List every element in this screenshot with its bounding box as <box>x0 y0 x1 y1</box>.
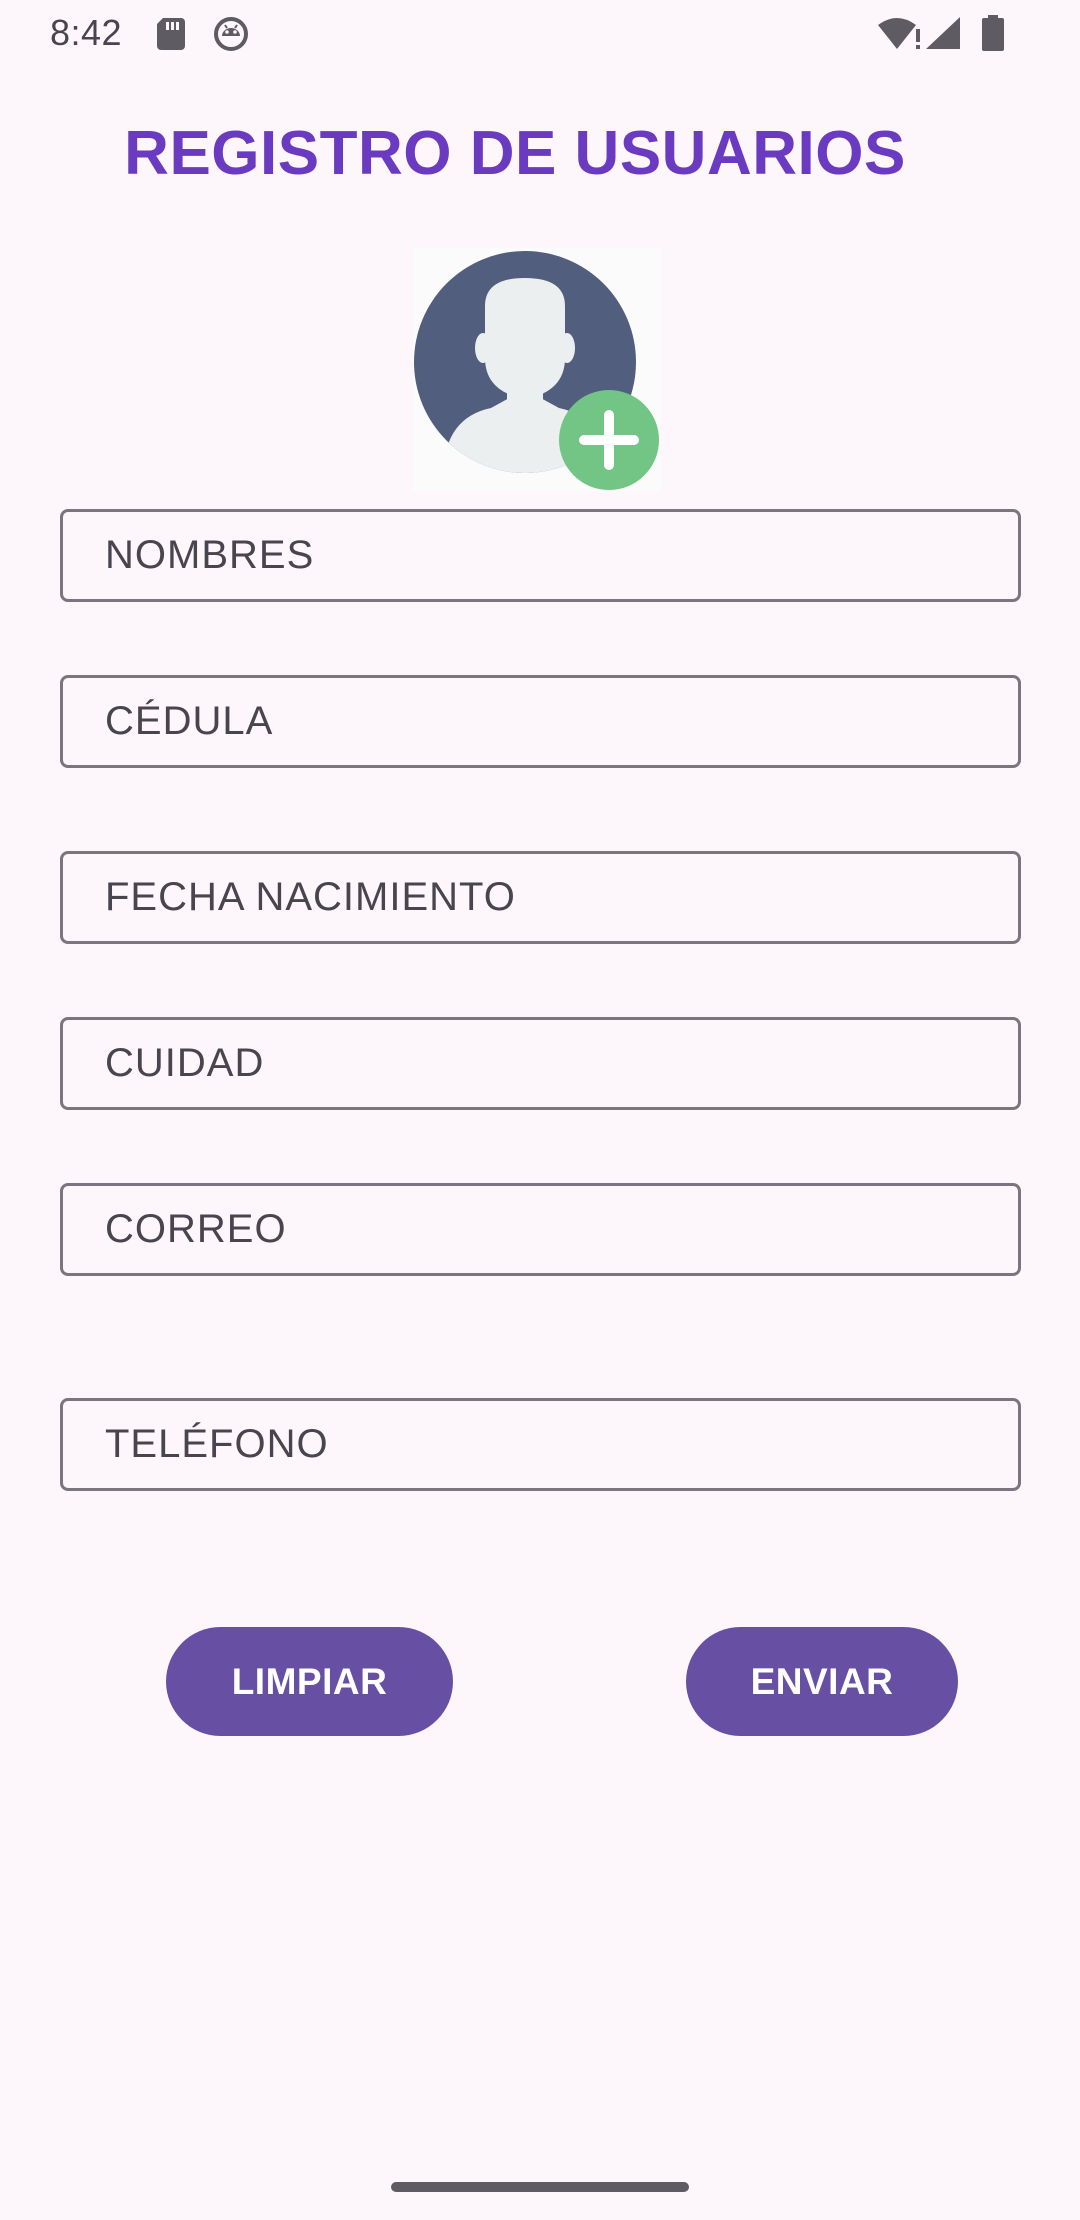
ciudad-field[interactable] <box>60 1017 1021 1110</box>
clear-button[interactable]: LIMPIAR <box>166 1627 453 1736</box>
page-title: REGISTRO DE USUARIOS <box>124 119 906 188</box>
telefono-field[interactable] <box>60 1398 1021 1491</box>
android-debug-icon <box>214 17 248 51</box>
screen: 8:42 REGISTRO DE USUARIOS NOMBRES CÉDULA… <box>0 0 1080 2220</box>
send-button[interactable]: ENVIAR <box>686 1627 958 1736</box>
sd-card-icon <box>157 18 185 50</box>
nombres-field[interactable] <box>60 509 1021 602</box>
cedula-field[interactable] <box>60 675 1021 768</box>
status-bar: 8:42 <box>0 0 1080 66</box>
ciudad-input[interactable] <box>63 1020 1018 1107</box>
telefono-input[interactable] <box>63 1401 1018 1488</box>
wifi-alert-icon <box>878 18 920 49</box>
correo-input[interactable] <box>63 1186 1018 1273</box>
add-plus-icon[interactable] <box>557 388 661 492</box>
battery-icon <box>982 15 1004 51</box>
gesture-nav-handle[interactable] <box>391 2182 689 2192</box>
nombres-input[interactable] <box>63 512 1018 599</box>
correo-field[interactable] <box>60 1183 1021 1276</box>
cell-signal-icon <box>926 17 960 49</box>
cedula-input[interactable] <box>63 678 1018 765</box>
fecha-nacimiento-input[interactable] <box>63 854 1018 941</box>
profile-photo-picker[interactable] <box>413 248 661 492</box>
fecha-nacimiento-field[interactable] <box>60 851 1021 944</box>
status-time: 8:42 <box>50 12 123 53</box>
